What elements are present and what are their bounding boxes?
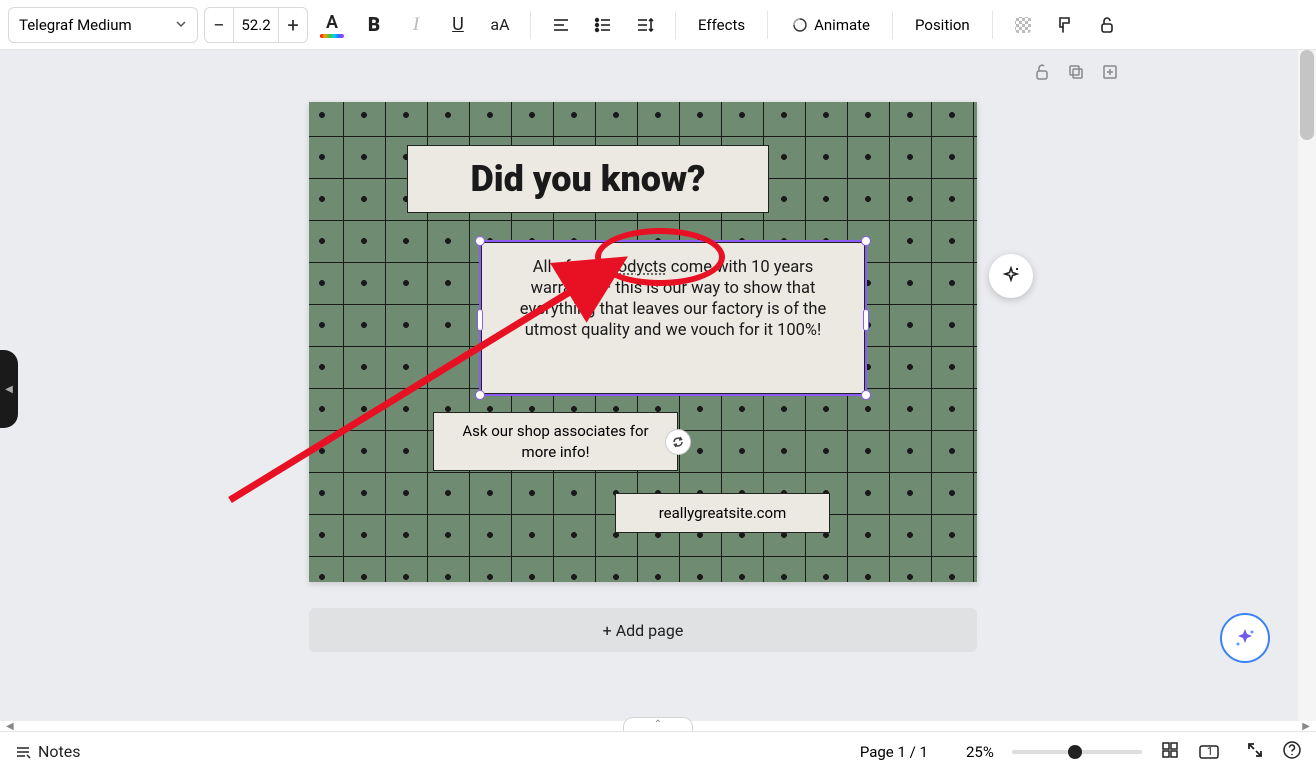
font-size-stepper: − 52.2 +: [204, 7, 308, 43]
ask-text-box[interactable]: Ask our shop associates for more info!: [433, 412, 678, 471]
italic-button[interactable]: I: [398, 7, 434, 43]
title-text: Did you know?: [470, 158, 705, 200]
panel-expand-tab[interactable]: ◀: [0, 350, 18, 428]
canvas-area[interactable]: ◀ Did you know? All of our prodycts come…: [0, 50, 1298, 721]
rainbow-swatch-icon: [320, 34, 344, 38]
slide-count-value: 1: [1207, 745, 1213, 758]
grid-view-button[interactable]: [1160, 740, 1180, 764]
toolbar-separator: [767, 11, 768, 39]
toolbar-separator: [992, 11, 993, 39]
animate-button[interactable]: Animate: [780, 7, 880, 43]
font-size-increase[interactable]: +: [279, 8, 307, 42]
notes-label: Notes: [38, 742, 81, 761]
slide-canvas[interactable]: Did you know? All of our prodycts come w…: [309, 102, 977, 582]
title-text-box[interactable]: Did you know?: [407, 145, 769, 213]
zoom-slider[interactable]: [1012, 750, 1142, 754]
duplicate-page-icon[interactable]: [1066, 62, 1086, 86]
lock-button[interactable]: [1089, 7, 1125, 43]
help-button[interactable]: [1282, 740, 1302, 764]
page-actions: [1032, 62, 1120, 86]
font-family-select[interactable]: Telegraf Medium: [8, 7, 198, 43]
font-size-value[interactable]: 52.2: [233, 8, 279, 42]
animate-label: Animate: [814, 16, 870, 34]
slide-count-badge[interactable]: 1: [1198, 742, 1228, 762]
bullet-list-button[interactable]: [585, 7, 621, 43]
sync-rotate-button[interactable]: [665, 429, 691, 455]
zoom-value[interactable]: 25%: [966, 743, 994, 761]
add-page-label: + Add page: [603, 621, 684, 640]
website-text-box[interactable]: reallygreatsite.com: [615, 493, 830, 533]
font-family-value: Telegraf Medium: [19, 16, 132, 34]
page-indicator[interactable]: Page 1 / 1: [860, 743, 928, 761]
notes-button[interactable]: Notes: [14, 742, 81, 761]
spacing-button[interactable]: [627, 7, 663, 43]
toolbar-separator: [530, 11, 531, 39]
chevron-down-icon: [175, 16, 187, 34]
uppercase-button[interactable]: aA: [482, 7, 518, 43]
footer-bar: Notes Page 1 / 1 25% 1: [0, 731, 1316, 771]
alignment-button[interactable]: [543, 7, 579, 43]
text-toolbar: Telegraf Medium − 52.2 + A B I U aA Effe…: [0, 0, 1316, 50]
add-page-button[interactable]: + Add page: [309, 608, 977, 652]
ask-text: Ask our shop associates for more info!: [446, 421, 665, 462]
effects-button[interactable]: Effects: [688, 7, 755, 43]
timeline-expand-tab[interactable]: ⌃: [623, 717, 693, 731]
ai-assistant-fab[interactable]: [1220, 613, 1270, 663]
present-fullscreen-button[interactable]: [1246, 741, 1264, 763]
vertical-scrollbar[interactable]: [1298, 50, 1316, 721]
scroll-left-icon[interactable]: ◀: [6, 721, 14, 732]
ai-suggest-button[interactable]: [989, 254, 1033, 298]
text-color-button[interactable]: A: [314, 7, 350, 43]
underline-button[interactable]: U: [440, 7, 476, 43]
bold-button[interactable]: B: [356, 7, 392, 43]
scrollbar-thumb[interactable]: [1300, 50, 1314, 140]
copy-style-button[interactable]: [1047, 7, 1083, 43]
transparency-button[interactable]: [1005, 7, 1041, 43]
add-page-icon[interactable]: [1100, 62, 1120, 86]
toolbar-separator: [892, 11, 893, 39]
scroll-right-icon[interactable]: ▶: [1302, 721, 1310, 732]
body-text-pre: All of our: [533, 258, 603, 277]
body-text-misspelled: prodycts: [603, 258, 667, 277]
zoom-slider-knob[interactable]: [1068, 745, 1082, 759]
toolbar-separator: [675, 11, 676, 39]
body-text-box[interactable]: All of our prodycts come with 10 years w…: [481, 242, 865, 394]
page-unlock-icon[interactable]: [1032, 62, 1052, 86]
font-size-decrease[interactable]: −: [205, 8, 233, 42]
website-text: reallygreatsite.com: [659, 504, 787, 522]
position-button[interactable]: Position: [905, 7, 980, 43]
